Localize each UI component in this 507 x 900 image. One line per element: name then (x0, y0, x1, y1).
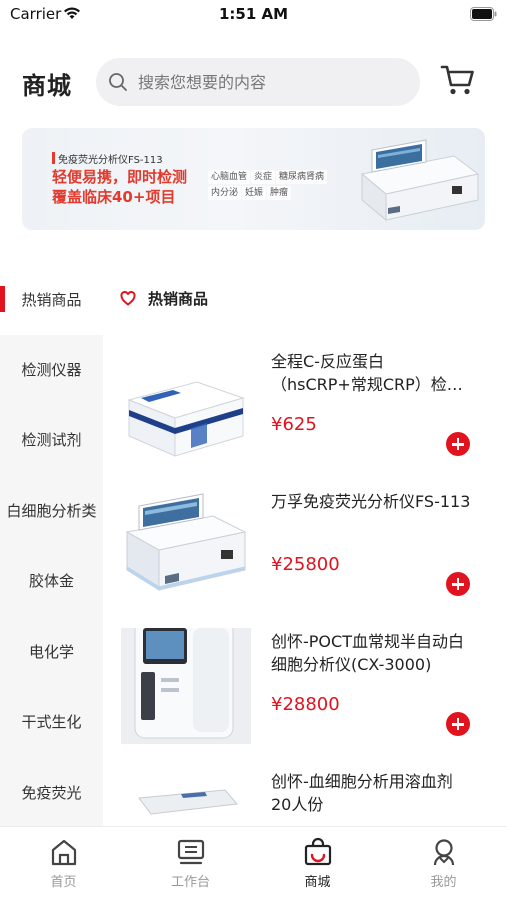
heart-icon (120, 291, 136, 306)
section-title: 热销商品 (148, 290, 209, 308)
product-card[interactable]: 全程C-反应蛋白（hsCRP+常规CRP）检测试剂盒 ¥625 (103, 348, 507, 488)
product-name: 万孚免疫荧光分析仪FS-113 (271, 492, 471, 511)
active-category-indicator (0, 286, 5, 312)
category-item-reagents[interactable]: 检测试剂 (0, 405, 103, 475)
reagent-kit-image (127, 381, 245, 457)
banner-headline-2: 覆盖临床40+项目 (52, 188, 176, 206)
category-item-wbc-analysis[interactable]: 白细胞分析类 (0, 476, 103, 546)
banner-tag: 妊娠 (242, 186, 267, 200)
reagent-box-image (138, 789, 238, 815)
cart-icon[interactable] (440, 64, 476, 96)
product-name: 全程C-反应蛋白（hsCRP+常规CRP）检测试剂盒 (271, 352, 463, 394)
analyzer-device-image (360, 139, 480, 222)
product-card[interactable]: 创怀-血细胞分析用溶血剂20人份 (103, 768, 507, 826)
add-to-cart-button[interactable] (446, 432, 470, 456)
product-card[interactable]: 万孚免疫荧光分析仪FS-113 ¥25800 (103, 488, 507, 628)
battery-icon (470, 7, 497, 21)
search-input[interactable] (138, 58, 408, 106)
search-bar[interactable] (96, 58, 420, 106)
home-icon (51, 839, 76, 866)
banner-headline-1: 轻便易携，即时检测 (52, 168, 188, 186)
banner-subtitle: 免疫荧光分析仪FS-113 (58, 155, 163, 166)
clock: 1:51 AM (218, 5, 289, 23)
product-price: ¥25800 (271, 554, 340, 575)
tab-mall[interactable]: 商城 (254, 837, 381, 897)
status-bar: Carrier 1:51 AM (0, 0, 507, 30)
banner-tag: 炎症 (251, 170, 276, 184)
add-to-cart-button[interactable] (446, 572, 470, 596)
search-icon (109, 73, 127, 91)
header: 商城 (0, 52, 507, 112)
product-name: 创怀-血细胞分析用溶血剂20人份 (271, 772, 453, 814)
workbench-icon (177, 839, 204, 865)
category-item-electrochemistry[interactable]: 电化学 (0, 617, 103, 687)
bottom-tab-bar: 首页 工作台 商城 我的 (0, 826, 507, 900)
category-item-dry-biochemistry[interactable]: 干式生化 (0, 687, 103, 757)
profile-icon (433, 839, 454, 866)
shopping-bag-icon (304, 837, 331, 866)
hematology-analyzer-image (121, 628, 251, 744)
tab-label: 我的 (430, 875, 457, 890)
product-card[interactable]: 创怀-POCT血常规半自动白细胞分析仪(CX-3000) ¥28800 (103, 628, 507, 768)
banner-tag: 肿瘤 (267, 186, 292, 200)
analyzer-image (125, 493, 247, 591)
add-to-cart-button[interactable] (446, 712, 470, 736)
promo-banner[interactable]: 免疫荧光分析仪FS-113 轻便易携，即时检测 覆盖临床40+项目 心脑血管 炎症… (22, 128, 485, 230)
category-item-immunofluorescence[interactable]: 免疫荧光 (0, 758, 103, 828)
product-price: ¥28800 (271, 694, 340, 715)
category-item-instruments[interactable]: 检测仪器 (0, 335, 103, 405)
banner-tags: 心脑血管 炎症 糖尿病肾病内分泌 妊娠 肿瘤 (208, 170, 358, 202)
tab-workbench[interactable]: 工作台 (127, 837, 254, 897)
banner-tag: 糖尿病肾病 (276, 170, 328, 184)
banner-accent-bar (52, 152, 55, 164)
tab-home[interactable]: 首页 (0, 837, 127, 897)
tab-label: 商城 (304, 875, 331, 890)
product-name: 创怀-POCT血常规半自动白细胞分析仪(CX-3000) (271, 632, 464, 674)
product-price: ¥625 (271, 414, 317, 435)
tab-label: 工作台 (170, 875, 210, 890)
banner-tag: 内分泌 (208, 186, 242, 200)
category-sidebar: 热销商品 检测仪器 检测试剂 白细胞分析类 胶体金 电化学 干式生化 免疫荧光 (0, 265, 103, 828)
category-item-hot[interactable]: 热销商品 (0, 265, 103, 335)
banner-tag: 心脑血管 (208, 170, 251, 184)
category-item-colloidal-gold[interactable]: 胶体金 (0, 546, 103, 616)
tab-label: 首页 (50, 875, 77, 890)
page-title: 商城 (22, 72, 72, 100)
tab-profile[interactable]: 我的 (380, 837, 507, 897)
